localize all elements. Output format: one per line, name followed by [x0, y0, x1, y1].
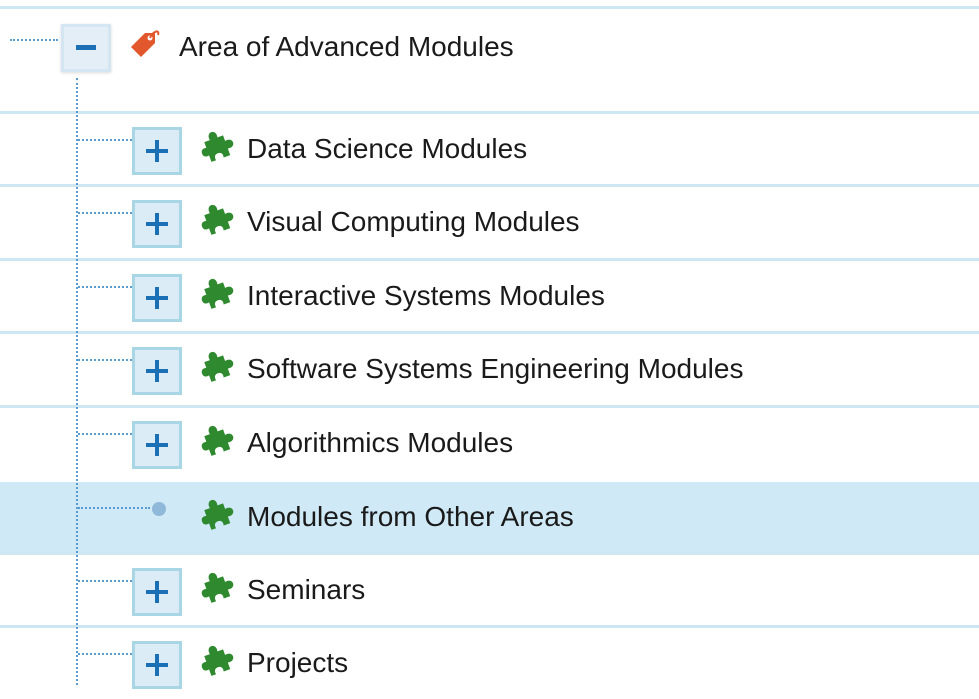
tree-connector — [78, 580, 132, 582]
tree-node-label[interactable]: Area of Advanced Modules — [179, 30, 514, 64]
tree-child-node[interactable]: Interactive Systems Modules — [0, 261, 979, 331]
tree-child-node[interactable]: Seminars — [0, 555, 979, 625]
plus-icon — [146, 581, 168, 603]
tree-connector — [78, 507, 150, 509]
plus-icon — [146, 654, 168, 676]
tree-node-label[interactable]: Algorithmics Modules — [247, 426, 513, 460]
tree-node-label[interactable]: Visual Computing Modules — [247, 205, 580, 239]
tree-node-label[interactable]: Interactive Systems Modules — [247, 279, 605, 313]
tree-connector — [78, 139, 132, 141]
module-tree: Area of Advanced Modules Data Science Mo… — [0, 0, 979, 699]
expand-button[interactable] — [132, 568, 182, 616]
tree-child-node[interactable]: Algorithmics Modules — [0, 408, 979, 478]
plus-icon — [146, 213, 168, 235]
tree-connector — [78, 653, 132, 655]
expand-button[interactable] — [132, 274, 182, 322]
puzzle-icon — [200, 128, 234, 162]
puzzle-icon — [200, 348, 234, 382]
tree-child-node[interactable]: Software Systems Engineering Modules — [0, 334, 979, 404]
expand-button[interactable] — [132, 200, 182, 248]
minus-icon — [76, 45, 96, 50]
puzzle-icon — [200, 496, 234, 530]
row-separator — [0, 6, 979, 9]
collapse-button[interactable] — [61, 24, 111, 72]
plus-icon — [146, 287, 168, 309]
puzzle-icon — [200, 569, 234, 603]
puzzle-icon — [200, 275, 234, 309]
puzzle-icon — [200, 422, 234, 456]
leaf-bullet-icon — [152, 502, 166, 516]
expand-button[interactable] — [132, 641, 182, 689]
plus-icon — [146, 140, 168, 162]
tree-node-label[interactable]: Modules from Other Areas — [247, 500, 574, 534]
tree-node-label[interactable]: Seminars — [247, 573, 365, 607]
expand-button[interactable] — [132, 127, 182, 175]
tree-connector — [78, 359, 132, 361]
tree-root-node[interactable]: Area of Advanced Modules — [0, 10, 979, 110]
tree-child-node[interactable]: Visual Computing Modules — [0, 187, 979, 257]
tree-child-node[interactable]: Modules from Other Areas — [0, 482, 979, 552]
tree-child-node[interactable]: Projects — [0, 628, 979, 698]
puzzle-icon — [200, 201, 234, 235]
tree-connector — [78, 212, 132, 214]
expand-button[interactable] — [132, 421, 182, 469]
tree-connector — [78, 286, 132, 288]
tree-node-label[interactable]: Software Systems Engineering Modules — [247, 352, 743, 386]
tree-child-node[interactable]: Data Science Modules — [0, 114, 979, 184]
puzzle-icon — [200, 642, 234, 676]
tree-node-label[interactable]: Projects — [247, 646, 348, 680]
tree-node-label[interactable]: Data Science Modules — [247, 132, 527, 166]
expand-button[interactable] — [132, 347, 182, 395]
plus-icon — [146, 360, 168, 382]
tag-icon — [127, 27, 161, 61]
plus-icon — [146, 434, 168, 456]
tree-connector — [78, 433, 132, 435]
